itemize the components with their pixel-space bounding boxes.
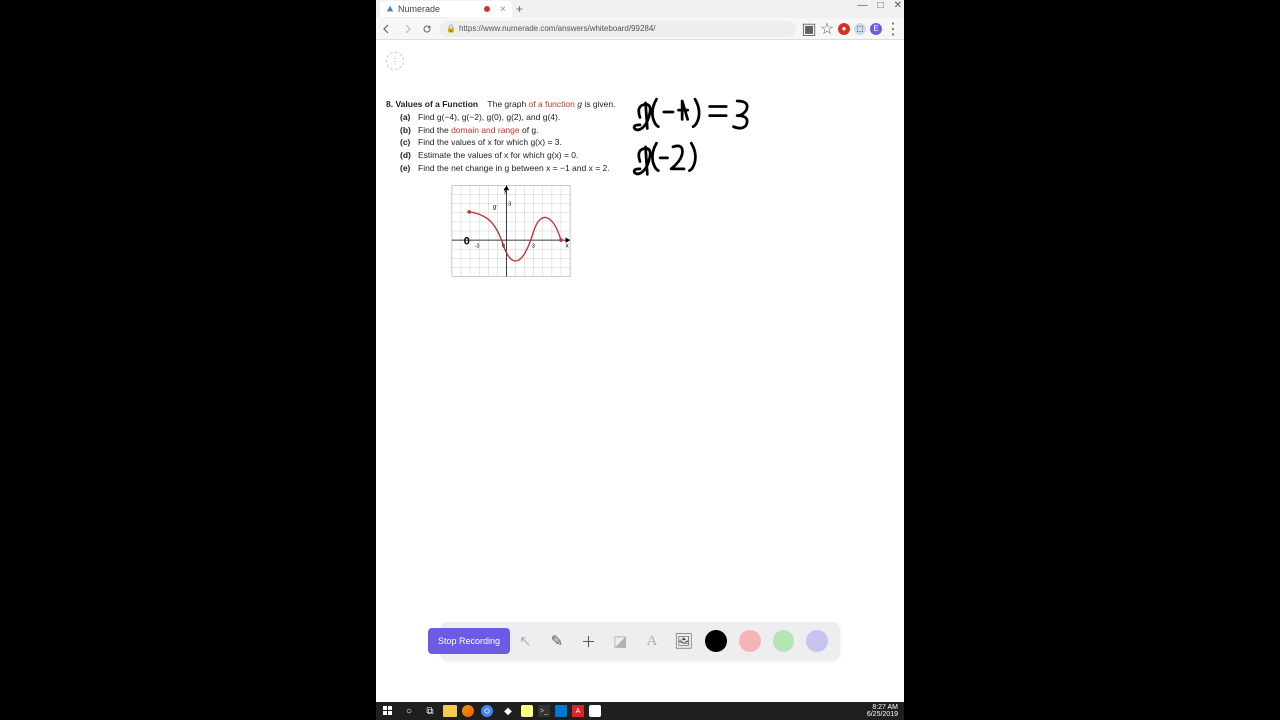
clock-time: 8:27 AM — [867, 704, 898, 711]
browser-menu-icon[interactable]: ⋮ — [886, 22, 900, 36]
color-pink-button[interactable] — [739, 630, 761, 652]
part-e-label: (e) — [400, 162, 414, 175]
browser-address-bar: 🔒 https://www.numerade.com/answers/white… — [376, 18, 904, 40]
color-blue-button[interactable] — [806, 630, 828, 652]
handwriting-area — [631, 90, 781, 210]
color-green-button[interactable] — [773, 630, 795, 652]
intro-post: is given. — [582, 99, 616, 109]
part-e-text: Find the net change in g between x = −1 … — [418, 162, 610, 175]
back-button[interactable] — [380, 22, 394, 36]
graph-x-label: x — [566, 242, 570, 249]
problem-number: 8. — [386, 99, 393, 109]
part-a-text: Find g(−4), g(−2), g(0), g(2), and g(4). — [418, 111, 560, 124]
image-tool-button[interactable]: 🖼 — [674, 631, 694, 651]
handwritten-origin-mark: 0 — [464, 235, 470, 247]
window-close-button[interactable]: ✕ — [894, 0, 902, 11]
intro-red: of a function — [529, 99, 578, 109]
vscode-icon[interactable] — [555, 705, 567, 717]
chrome-icon[interactable] — [479, 703, 495, 719]
part-b-label: (b) — [400, 124, 414, 137]
reload-button[interactable] — [420, 22, 434, 36]
window-maximize-button[interactable]: □ — [878, 0, 884, 11]
url-input[interactable]: 🔒 https://www.numerade.com/answers/white… — [440, 21, 796, 37]
window-minimize-button[interactable]: — — [858, 0, 868, 11]
extension-cast-icon[interactable]: ▣ — [802, 22, 816, 36]
graph-neg3-label: -3 — [475, 243, 480, 249]
part-c-text: Find the values of x for which g(x) = 3. — [418, 136, 562, 149]
whiteboard-toolbar: Stop Recording ↶ ↷ ↖ ✎ ＋ ◪ A 🖼 — [440, 622, 840, 660]
text-tool-button[interactable]: A — [642, 631, 662, 651]
graph-3-label: 3 — [532, 243, 535, 249]
browser-titlebar: Numerade × + — □ ✕ — [376, 0, 904, 18]
recording-indicator-icon — [484, 6, 490, 12]
page-content: ⋮ 8. Values of a Function The graph of a… — [376, 40, 904, 700]
problem-title: Values of a Function — [395, 99, 478, 109]
start-button[interactable] — [380, 703, 396, 719]
windows-taskbar: ○ ⧉ ◆ >_ A 8:27 AM 6/25/2019 — [376, 702, 904, 720]
browser-tab[interactable]: Numerade × — [380, 1, 512, 17]
part-b-pre: Find the — [418, 125, 451, 135]
stop-recording-button[interactable]: Stop Recording — [428, 628, 510, 654]
pen-tool-button[interactable]: ✎ — [547, 631, 567, 651]
part-d-text: Estimate the values of x for which g(x) … — [418, 149, 578, 162]
forward-button[interactable] — [400, 22, 414, 36]
close-tab-icon[interactable]: × — [500, 4, 506, 15]
lock-icon: 🔒 — [446, 24, 456, 33]
problem-graph: y x 3 -3 0 3 0 g — [446, 181, 576, 281]
pointer-tool-button[interactable]: ↖ — [515, 631, 535, 651]
taskbar-clock[interactable]: 8:27 AM 6/25/2019 — [867, 704, 898, 718]
page-badge-icon[interactable]: ⋮ — [386, 52, 404, 70]
part-d-label: (d) — [400, 149, 414, 162]
bookmark-star-icon[interactable]: ☆ — [820, 22, 834, 36]
graph-0-label: 0 — [502, 243, 505, 249]
clock-date: 6/25/2019 — [867, 711, 898, 718]
intro-pre: The graph — [487, 99, 528, 109]
extension-recorder-icon[interactable]: ● — [838, 23, 850, 35]
url-text: https://www.numerade.com/answers/whitebo… — [459, 24, 656, 33]
part-b-post: of g. — [520, 125, 539, 135]
acrobat-icon[interactable]: A — [572, 705, 584, 717]
part-a-label: (a) — [400, 111, 414, 124]
problem-block: 8. Values of a Function The graph of a f… — [386, 98, 626, 281]
app-icon-4[interactable] — [589, 705, 601, 717]
tab-title: Numerade — [398, 4, 440, 14]
profile-avatar-icon[interactable]: E — [870, 23, 882, 35]
new-tab-button[interactable]: + — [516, 2, 523, 16]
eraser-tool-button[interactable]: ◪ — [610, 631, 630, 651]
cortana-icon[interactable]: ○ — [401, 703, 417, 719]
part-c-label: (c) — [400, 136, 414, 149]
extension-green-icon[interactable]: ⬚ — [854, 23, 866, 35]
graph-g-label: g — [493, 203, 497, 210]
app-icon-3[interactable]: >_ — [538, 705, 550, 717]
app-icon-1[interactable]: ◆ — [500, 703, 516, 719]
graph-y3-label: 3 — [508, 201, 511, 207]
add-tool-button[interactable]: ＋ — [579, 631, 599, 651]
numerade-favicon-icon — [386, 5, 394, 13]
part-b-red: domain and range — [451, 125, 520, 135]
file-explorer-icon[interactable] — [443, 705, 457, 717]
app-icon-2[interactable] — [521, 705, 533, 717]
color-black-button[interactable] — [705, 630, 727, 652]
firefox-icon[interactable] — [462, 705, 474, 717]
task-view-icon[interactable]: ⧉ — [422, 703, 438, 719]
